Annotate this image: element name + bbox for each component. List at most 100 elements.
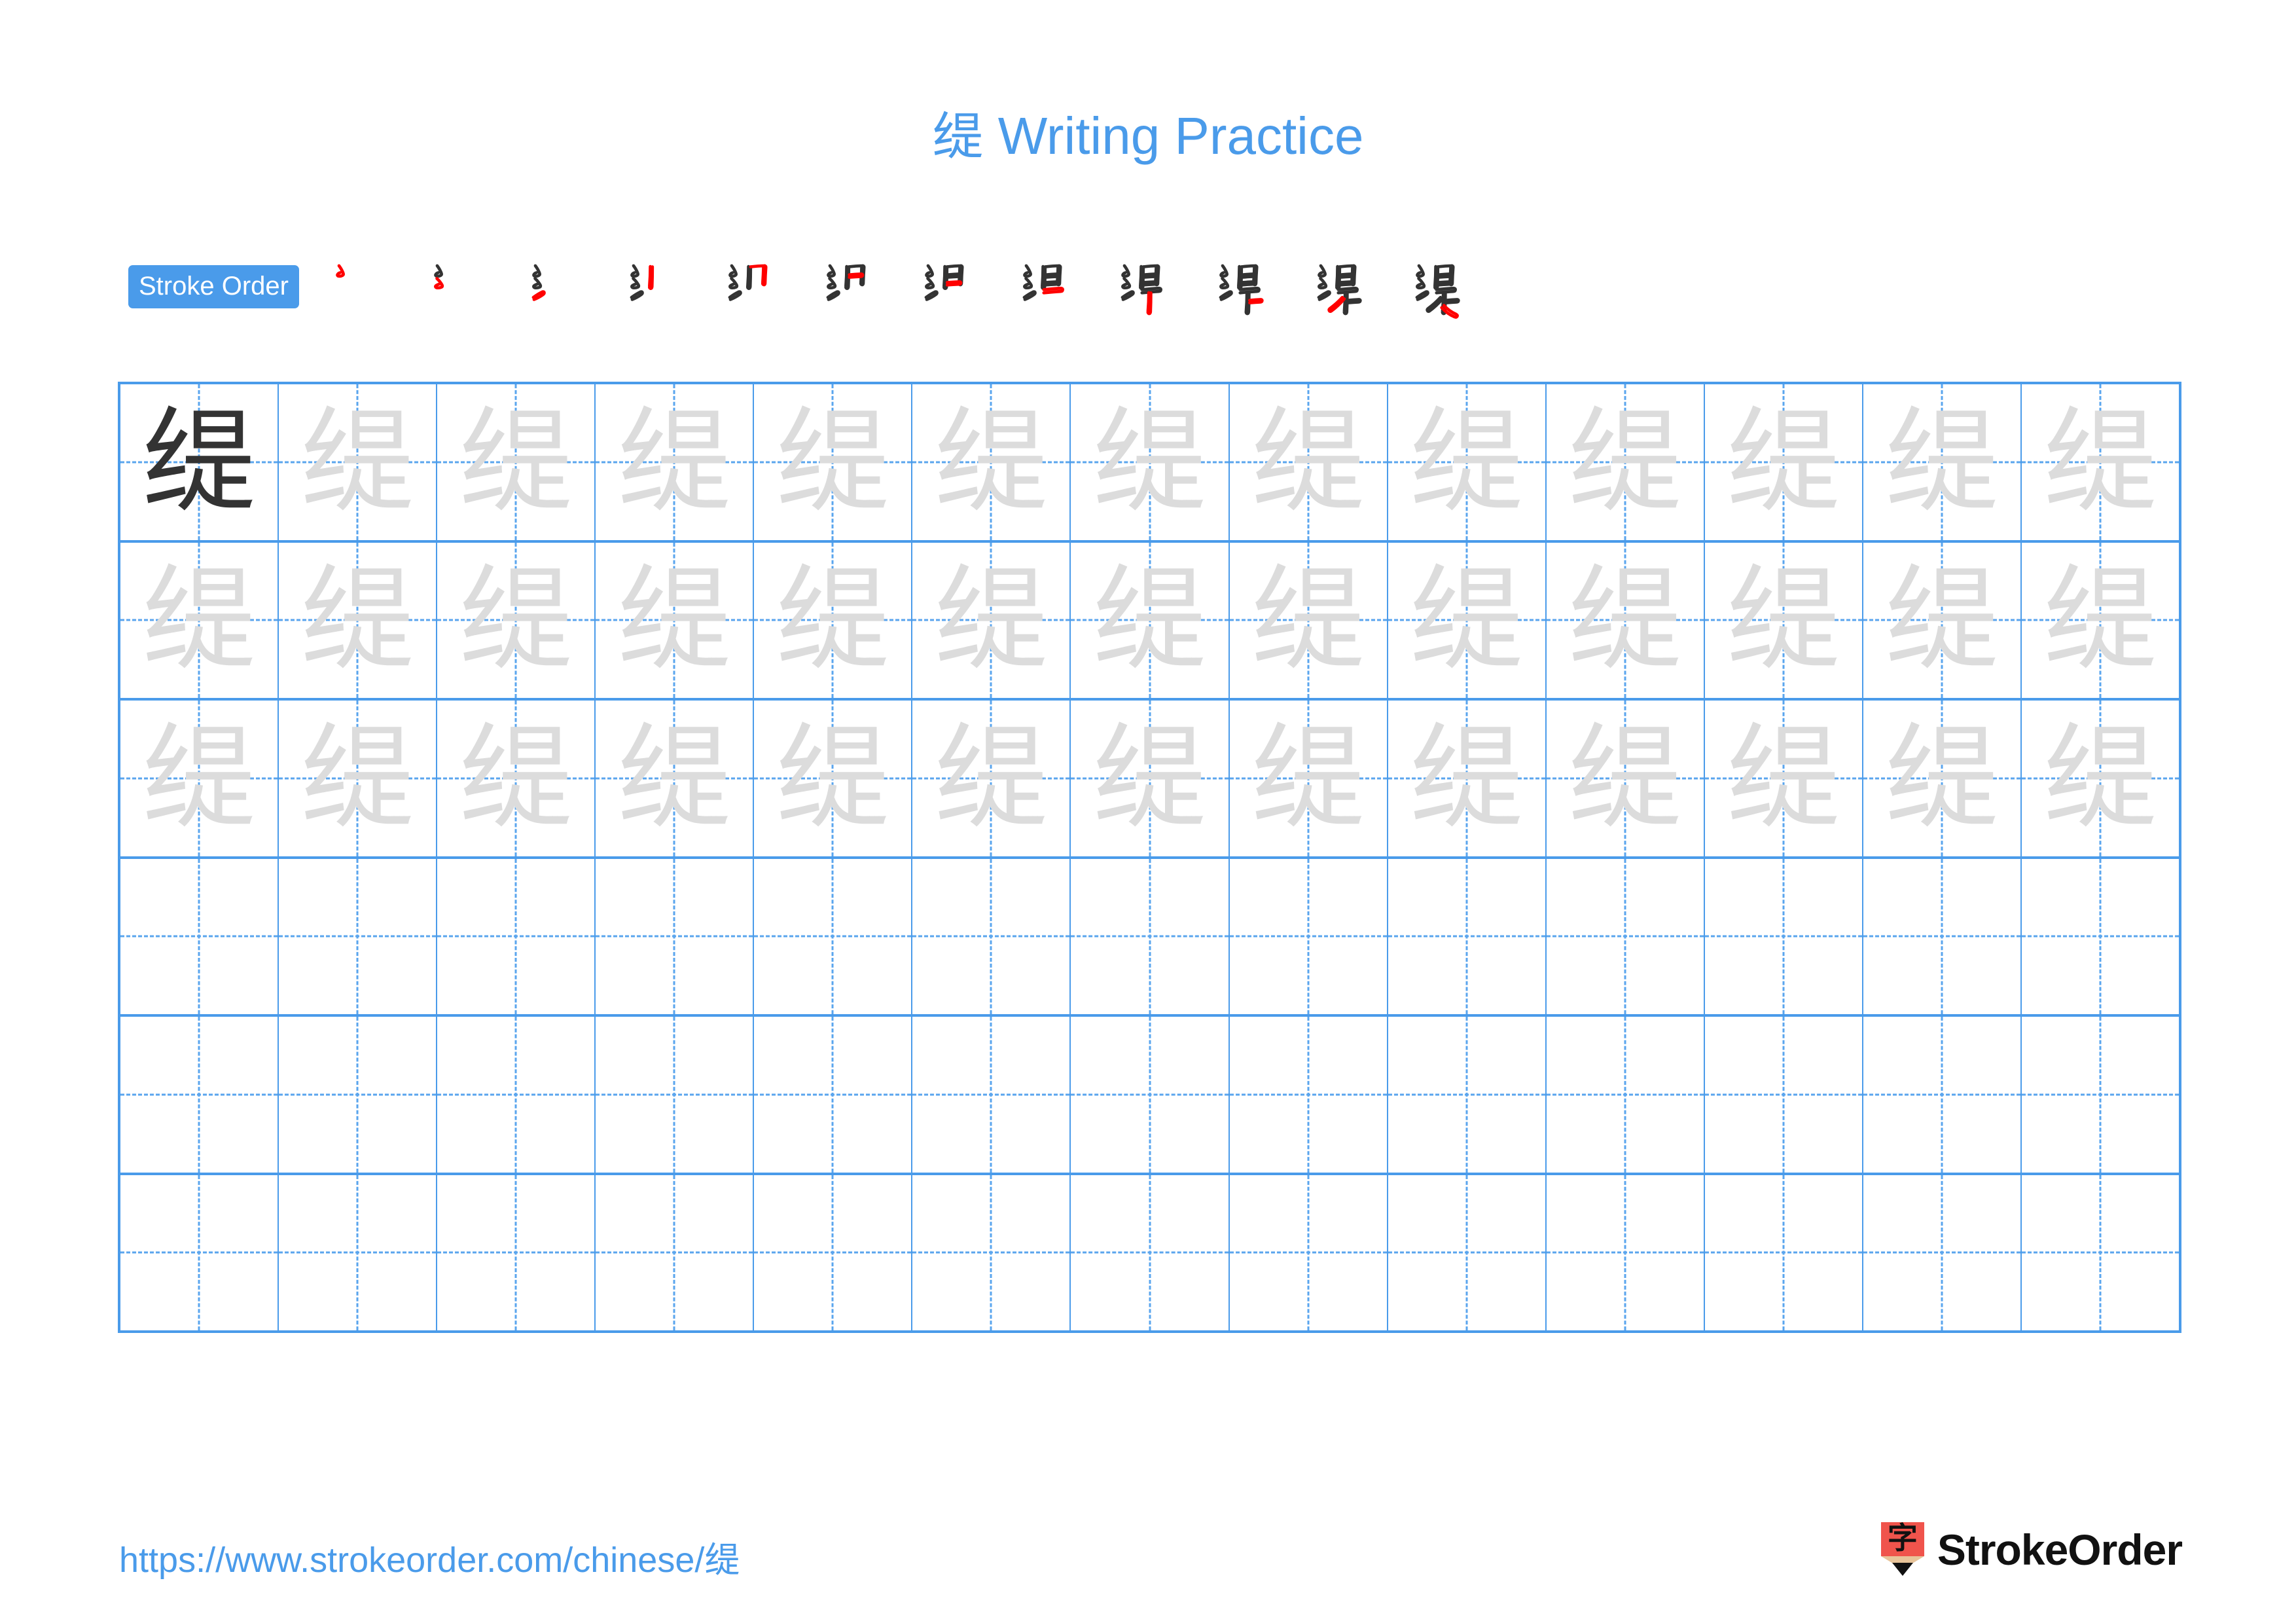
practice-cell-blank[interactable] bbox=[2022, 1017, 2179, 1173]
practice-character: 缇 bbox=[1568, 711, 1682, 845]
practice-cell-trace[interactable]: 缇 bbox=[279, 701, 438, 856]
practice-cell-blank[interactable] bbox=[1230, 1017, 1388, 1173]
practice-cell-blank[interactable] bbox=[1863, 858, 2022, 1014]
practice-cell-blank[interactable] bbox=[596, 858, 755, 1014]
practice-cell-trace[interactable]: 缇 bbox=[1705, 384, 1863, 540]
practice-cell-blank[interactable] bbox=[1230, 858, 1388, 1014]
practice-cell-trace[interactable]: 缇 bbox=[1705, 542, 1863, 698]
practice-cell-trace[interactable]: 缇 bbox=[912, 701, 1071, 856]
practice-cell-trace[interactable]: 缇 bbox=[912, 384, 1071, 540]
practice-cell-blank[interactable] bbox=[912, 858, 1071, 1014]
page-title: 缇 Writing Practice bbox=[0, 107, 2296, 165]
practice-character: 缇 bbox=[142, 395, 257, 528]
practice-cell-blank[interactable] bbox=[1547, 1175, 1705, 1330]
practice-cell-trace[interactable]: 缇 bbox=[1705, 701, 1863, 856]
stroke-order-list bbox=[308, 253, 1486, 321]
practice-cell-trace[interactable]: 缇 bbox=[1547, 542, 1705, 698]
practice-character: 缇 bbox=[459, 553, 573, 687]
practice-cell-blank[interactable] bbox=[120, 1175, 279, 1330]
practice-cell-trace[interactable]: 缇 bbox=[1547, 701, 1705, 856]
practice-cell-blank[interactable] bbox=[2022, 859, 2179, 1015]
practice-cell-blank[interactable] bbox=[1071, 858, 1230, 1014]
practice-cell-trace[interactable]: 缇 bbox=[279, 542, 438, 698]
footer-url-character: 缇 bbox=[704, 1539, 740, 1580]
practice-cell-blank[interactable] bbox=[1705, 858, 1863, 1014]
practice-character: 缇 bbox=[1092, 711, 1207, 845]
practice-character: 缇 bbox=[617, 395, 732, 528]
practice-cell-blank[interactable] bbox=[437, 1175, 596, 1330]
practice-cell-blank[interactable] bbox=[596, 1175, 755, 1330]
practice-grid-row: 缇缇缇缇缇缇缇缇缇缇缇缇缇 bbox=[120, 701, 2179, 859]
practice-cell-blank[interactable] bbox=[1547, 1017, 1705, 1173]
practice-cell-trace[interactable]: 缇 bbox=[279, 384, 438, 540]
practice-cell-trace[interactable]: 缇 bbox=[1230, 542, 1388, 698]
practice-cell-blank[interactable] bbox=[596, 1017, 755, 1173]
practice-cell-blank[interactable] bbox=[754, 858, 913, 1014]
practice-cell-trace[interactable]: 缇 bbox=[1388, 701, 1547, 856]
practice-grid-row bbox=[120, 858, 2179, 1017]
practice-cell-blank[interactable] bbox=[1863, 1017, 2022, 1173]
practice-cell-blank[interactable] bbox=[279, 1017, 438, 1173]
practice-cell-blank[interactable] bbox=[437, 858, 596, 1014]
practice-character: 缇 bbox=[934, 553, 1049, 687]
practice-cell-blank[interactable] bbox=[1863, 1175, 2022, 1330]
practice-cell-blank[interactable] bbox=[279, 858, 438, 1014]
practice-cell-blank[interactable] bbox=[1388, 1175, 1547, 1330]
practice-cell-blank[interactable] bbox=[1071, 1175, 1230, 1330]
practice-cell-trace[interactable]: 缇 bbox=[1863, 701, 2022, 856]
practice-character: 缇 bbox=[300, 553, 415, 687]
practice-cell-trace[interactable]: 缇 bbox=[754, 384, 913, 540]
practice-cell-blank[interactable] bbox=[120, 858, 279, 1014]
practice-cell-trace[interactable]: 缇 bbox=[912, 542, 1071, 698]
practice-cell-trace[interactable]: 缇 bbox=[754, 542, 913, 698]
practice-character: 缇 bbox=[1726, 711, 1840, 845]
practice-cell-blank[interactable] bbox=[1547, 858, 1705, 1014]
practice-cell-trace[interactable]: 缇 bbox=[754, 701, 913, 856]
practice-cell-trace[interactable]: 缇 bbox=[1388, 384, 1547, 540]
practice-cell-blank[interactable] bbox=[120, 1017, 279, 1173]
practice-cell-blank[interactable] bbox=[912, 1175, 1071, 1330]
brand-logo[interactable]: 字 StrokeOrder bbox=[1880, 1520, 2183, 1579]
practice-cell-trace[interactable]: 缇 bbox=[437, 542, 596, 698]
pencil-tip bbox=[1892, 1563, 1913, 1576]
practice-cell-blank[interactable] bbox=[1230, 1175, 1388, 1330]
practice-character: 缇 bbox=[1251, 553, 1365, 687]
practice-cell-trace[interactable]: 缇 bbox=[1863, 542, 2022, 698]
practice-cell-blank[interactable] bbox=[754, 1017, 913, 1173]
practice-cell-blank[interactable] bbox=[1071, 1017, 1230, 1173]
practice-cell-blank[interactable] bbox=[912, 1017, 1071, 1173]
practice-cell-trace[interactable]: 缇 bbox=[120, 701, 279, 856]
practice-character: 缇 bbox=[934, 711, 1049, 845]
practice-cell-blank[interactable] bbox=[1705, 1017, 1863, 1173]
footer-url-link[interactable]: https://www.strokeorder.com/chinese/缇 bbox=[119, 1531, 740, 1582]
practice-cell-trace[interactable]: 缇 bbox=[1547, 384, 1705, 540]
practice-cell-trace[interactable]: 缇 bbox=[1230, 384, 1388, 540]
practice-cell-trace[interactable]: 缇 bbox=[1071, 384, 1230, 540]
practice-cell-blank[interactable] bbox=[437, 1017, 596, 1173]
practice-cell-trace[interactable]: 缇 bbox=[437, 384, 596, 540]
practice-character: 缇 bbox=[1726, 553, 1840, 687]
practice-cell-trace[interactable]: 缇 bbox=[1071, 542, 1230, 698]
practice-cell-trace[interactable]: 缇 bbox=[1388, 542, 1547, 698]
practice-cell-blank[interactable] bbox=[1705, 1175, 1863, 1330]
practice-cell-trace[interactable]: 缇 bbox=[1863, 384, 2022, 540]
practice-grid-row: 缇缇缇缇缇缇缇缇缇缇缇缇缇 bbox=[120, 542, 2179, 701]
practice-cell-trace[interactable]: 缇 bbox=[2022, 543, 2179, 699]
practice-cell-blank[interactable] bbox=[754, 1175, 913, 1330]
practice-cell-trace[interactable]: 缇 bbox=[596, 384, 755, 540]
practice-cell-trace[interactable]: 缇 bbox=[2022, 384, 2179, 540]
practice-cell-blank[interactable] bbox=[1388, 1017, 1547, 1173]
practice-cell-blank[interactable] bbox=[1388, 858, 1547, 1014]
practice-cell-trace[interactable]: 缇 bbox=[596, 701, 755, 856]
practice-cell-model[interactable]: 缇 bbox=[120, 384, 279, 540]
practice-cell-trace[interactable]: 缇 bbox=[2022, 701, 2179, 856]
stroke-step-5 bbox=[701, 253, 799, 321]
practice-cell-blank[interactable] bbox=[2022, 1175, 2179, 1331]
practice-cell-blank[interactable] bbox=[279, 1175, 438, 1330]
practice-cell-trace[interactable]: 缇 bbox=[1071, 701, 1230, 856]
practice-cell-trace[interactable]: 缇 bbox=[1230, 701, 1388, 856]
practice-cell-trace[interactable]: 缇 bbox=[120, 542, 279, 698]
practice-cell-trace[interactable]: 缇 bbox=[596, 542, 755, 698]
page-title-suffix: Writing Practice bbox=[983, 107, 1364, 165]
practice-cell-trace[interactable]: 缇 bbox=[437, 701, 596, 856]
